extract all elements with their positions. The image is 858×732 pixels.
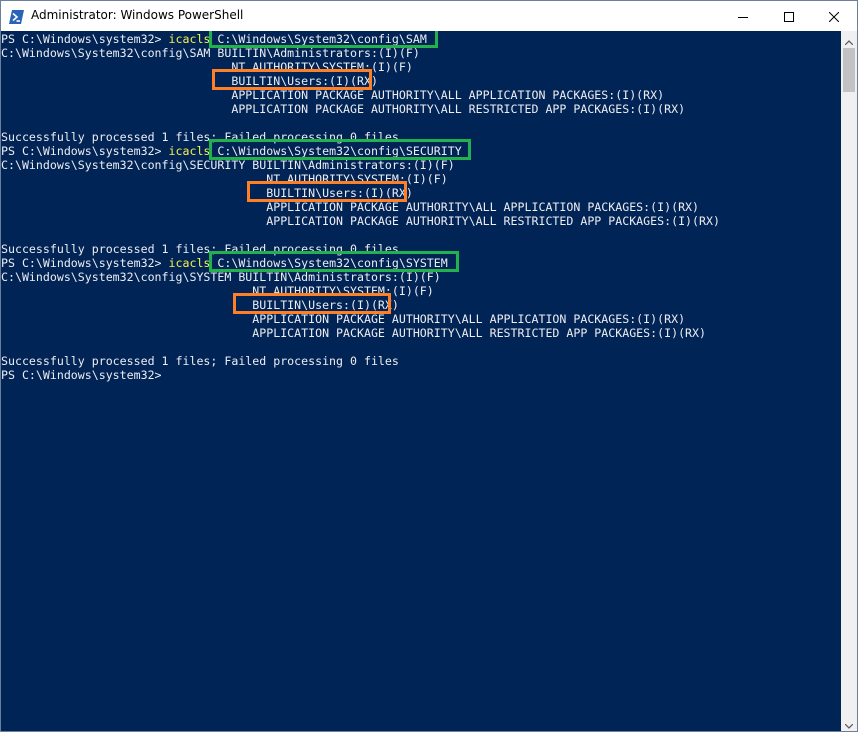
powershell-icon: [9, 9, 24, 24]
acl-line: APPLICATION PACKAGE AUTHORITY\ALL RESTRI…: [1, 214, 720, 228]
command-keyword: icacls: [168, 32, 211, 46]
chevron-down-icon: [844, 714, 854, 732]
acl-line: C:\Windows\System32\config\SAM BUILTIN\A…: [1, 46, 420, 60]
command-line-sam: PS C:\Windows\system32> icacls C:\Window…: [1, 32, 427, 46]
acl-line: APPLICATION PACKAGE AUTHORITY\ALL APPLIC…: [1, 200, 700, 214]
command-line-security: PS C:\Windows\system32> icacls C:\Window…: [1, 144, 462, 158]
result-line: Successfully processed 1 files; Failed p…: [1, 354, 399, 368]
final-prompt: PS C:\Windows\system32>: [1, 368, 162, 382]
prompt: PS C:\Windows\system32>: [1, 144, 169, 158]
command-path: C:\Windows\System32\config\SAM: [210, 32, 427, 46]
acl-line: APPLICATION PACKAGE AUTHORITY\ALL APPLIC…: [1, 312, 686, 326]
maximize-icon: [784, 7, 794, 26]
acl-line: BUILTIN\Users:(I)(RX): [1, 74, 378, 88]
acl-line: C:\Windows\System32\config\SECURITY BUIL…: [1, 158, 455, 172]
scroll-thumb[interactable]: [843, 48, 855, 92]
close-icon: [828, 7, 840, 26]
result-line: Successfully processed 1 files; Failed p…: [1, 242, 399, 256]
acl-line: APPLICATION PACKAGE AUTHORITY\ALL RESTRI…: [1, 326, 706, 340]
command-keyword: icacls: [168, 144, 211, 158]
scroll-down-button[interactable]: [841, 715, 857, 731]
chevron-up-icon: [844, 30, 854, 49]
acl-line: NT AUTHORITY\SYSTEM:(I)(F): [1, 284, 434, 298]
acl-line: APPLICATION PACKAGE AUTHORITY\ALL APPLIC…: [1, 88, 665, 102]
scroll-up-button[interactable]: [841, 31, 857, 47]
acl-line: C:\Windows\System32\config\SYSTEM BUILTI…: [1, 270, 441, 284]
maximize-button[interactable]: [766, 1, 812, 31]
window-title: Administrator: Windows PowerShell: [31, 8, 244, 22]
acl-line: APPLICATION PACKAGE AUTHORITY\ALL RESTRI…: [1, 102, 686, 116]
command-path: C:\Windows\System32\config\SECURITY: [210, 144, 462, 158]
close-button[interactable]: [811, 1, 857, 31]
console-output[interactable]: PS C:\Windows\system32> icacls C:\Window…: [1, 31, 841, 731]
command-line-system: PS C:\Windows\system32> icacls C:\Window…: [1, 256, 448, 270]
acl-line: BUILTIN\Users:(I)(RX): [1, 186, 413, 200]
acl-line: BUILTIN\Users:(I)(RX): [1, 298, 399, 312]
command-path: C:\Windows\System32\config\SYSTEM: [210, 256, 448, 270]
title-bar[interactable]: Administrator: Windows PowerShell: [1, 1, 857, 31]
acl-line: NT AUTHORITY\SYSTEM:(I)(F): [1, 172, 448, 186]
prompt: PS C:\Windows\system32>: [1, 256, 169, 270]
powershell-window: Administrator: Windows PowerShell PS C:\…: [0, 0, 858, 732]
prompt: PS C:\Windows\system32>: [1, 32, 169, 46]
minimize-icon: [738, 7, 748, 26]
acl-line: NT AUTHORITY\SYSTEM:(I)(F): [1, 60, 413, 74]
command-keyword: icacls: [168, 256, 211, 270]
vertical-scrollbar[interactable]: [841, 31, 857, 731]
result-line: Successfully processed 1 files; Failed p…: [1, 130, 399, 144]
minimize-button[interactable]: [720, 1, 766, 31]
